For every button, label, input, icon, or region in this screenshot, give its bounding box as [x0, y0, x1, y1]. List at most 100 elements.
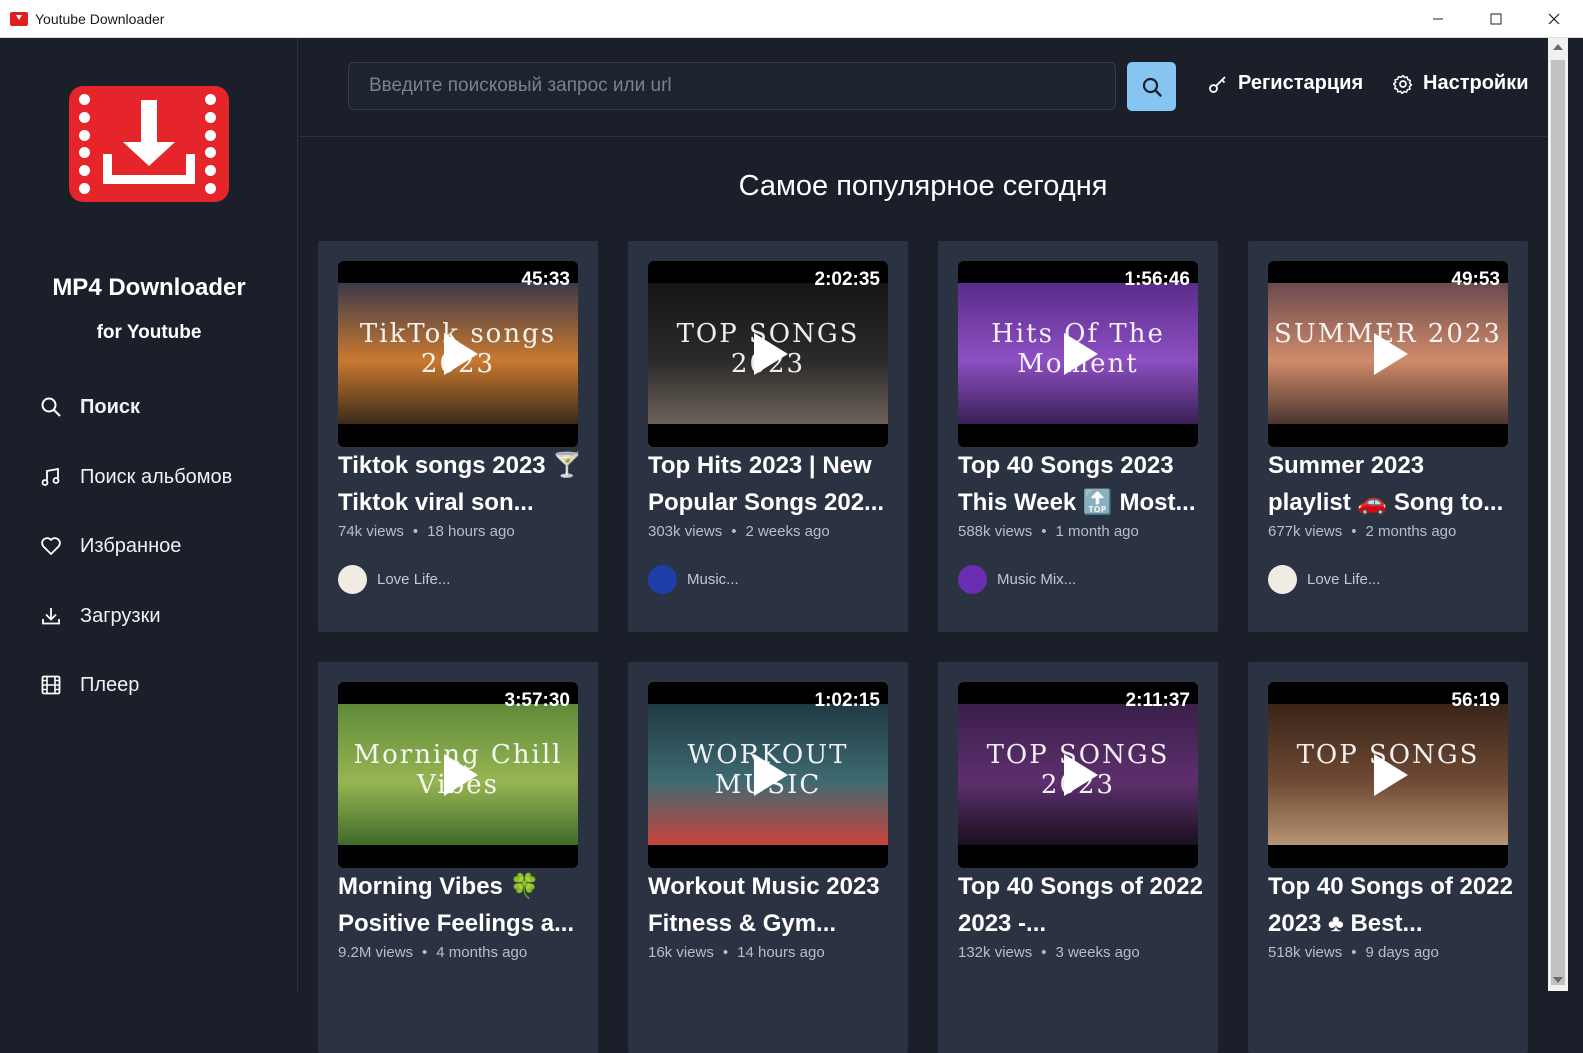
video-thumbnail[interactable]: WORKOUT MUSIC 1:02:15 — [648, 682, 888, 868]
video-duration: 2:11:37 — [1125, 690, 1190, 711]
video-thumbnail[interactable]: TOP SONGS 2023 2:11:37 — [958, 682, 1198, 868]
video-title[interactable]: Top 40 Songs of 2022 2023 ♣ Best... — [1268, 868, 1513, 942]
video-age: 2 weeks ago — [745, 523, 830, 540]
video-meta: 518k views • 9 days ago — [1268, 944, 1439, 961]
video-title[interactable]: Morning Vibes 🍀 Positive Feelings a... — [338, 868, 583, 942]
close-button[interactable] — [1525, 0, 1583, 38]
play-icon[interactable] — [754, 754, 788, 796]
video-age: 4 months ago — [436, 944, 528, 961]
video-meta: 677k views • 2 months ago — [1268, 523, 1456, 540]
play-icon[interactable] — [1064, 333, 1098, 375]
video-meta: 132k views • 3 weeks ago — [958, 944, 1140, 961]
video-thumbnail[interactable]: SUMMER 2023 49:53 — [1268, 261, 1508, 447]
video-duration: 56:19 — [1451, 690, 1500, 711]
avatar — [338, 565, 367, 594]
video-views: 303k views — [648, 523, 723, 540]
video-title[interactable]: Top 40 Songs 2023 This Week 🔝 Most... — [958, 447, 1203, 521]
meta-separator: • — [1351, 944, 1357, 961]
play-icon[interactable] — [444, 754, 478, 796]
video-card[interactable]: SUMMER 2023 49:53 Summer 2023 playlist 🚗… — [1248, 241, 1528, 632]
video-card[interactable]: Morning Chill Vibes 3:57:30 Morning Vibe… — [318, 662, 598, 1053]
channel[interactable]: Love Life... — [1268, 565, 1380, 594]
gear-icon — [1393, 74, 1413, 94]
video-card[interactable]: Hits Of The Moment 1:56:46 Top 40 Songs … — [938, 241, 1218, 632]
video-card[interactable]: TOP SONGS 56:19 Top 40 Songs of 2022 202… — [1248, 662, 1528, 1053]
search-button[interactable] — [1127, 62, 1176, 111]
scroll-down-arrow-icon[interactable] — [1553, 977, 1563, 983]
video-duration: 45:33 — [521, 269, 570, 290]
video-title[interactable]: Top 40 Songs of 2022 2023 -... — [958, 868, 1203, 942]
video-thumbnail[interactable]: Morning Chill Vibes 3:57:30 — [338, 682, 578, 868]
video-title[interactable]: Tiktok songs 2023 🍸 Tiktok viral son... — [338, 447, 583, 521]
window-controls — [1409, 0, 1583, 38]
video-thumbnail[interactable]: TikTok songs 2023 45:33 — [338, 261, 578, 447]
meta-separator: • — [1041, 523, 1047, 540]
sidebar-item-downloads[interactable]: Загрузки — [40, 605, 232, 675]
register-button[interactable]: Регистарция — [1208, 72, 1363, 95]
play-icon[interactable] — [444, 333, 478, 375]
video-title[interactable]: Top Hits 2023 | New Popular Songs 202... — [648, 447, 893, 521]
video-views: 16k views — [648, 944, 714, 961]
video-card[interactable]: WORKOUT MUSIC 1:02:15 Workout Music 2023… — [628, 662, 908, 1053]
video-meta: 74k views • 18 hours ago — [338, 523, 515, 540]
search-icon — [1142, 77, 1162, 97]
play-icon[interactable] — [1064, 754, 1098, 796]
video-card[interactable]: TOP SONGS 2023 2:11:37 Top 40 Songs of 2… — [938, 662, 1218, 1053]
music-note-icon — [40, 466, 62, 488]
key-icon — [1208, 74, 1228, 94]
video-views: 677k views — [1268, 523, 1343, 540]
search-icon — [40, 396, 62, 418]
maximize-icon — [1490, 13, 1502, 25]
video-age: 1 month ago — [1055, 523, 1139, 540]
heart-icon — [40, 535, 62, 557]
channel-name: Love Life... — [377, 571, 451, 588]
video-age: 3 weeks ago — [1055, 944, 1140, 961]
play-icon[interactable] — [1374, 333, 1408, 375]
play-icon[interactable] — [754, 333, 788, 375]
meta-separator: • — [731, 523, 737, 540]
meta-separator: • — [1351, 523, 1357, 540]
sidebar-item-player[interactable]: Плеер — [40, 674, 232, 744]
search-input[interactable] — [348, 62, 1116, 110]
top-bar: Регистарция Настройки — [298, 38, 1548, 137]
video-views: 9.2M views — [338, 944, 414, 961]
settings-button[interactable]: Настройки — [1393, 72, 1529, 95]
meta-separator: • — [1041, 944, 1047, 961]
play-icon[interactable] — [1374, 754, 1408, 796]
avatar — [958, 565, 987, 594]
brand-title: MP4 Downloader — [52, 274, 246, 301]
video-meta: 9.2M views • 4 months ago — [338, 944, 527, 961]
scrollbar-thumb[interactable] — [1551, 60, 1565, 985]
maximize-button[interactable] — [1467, 0, 1525, 38]
video-thumbnail[interactable]: Hits Of The Moment 1:56:46 — [958, 261, 1198, 447]
scrollbar[interactable] — [1548, 38, 1568, 991]
avatar — [1268, 565, 1297, 594]
video-duration: 2:02:35 — [814, 269, 881, 290]
video-title[interactable]: Workout Music 2023 Fitness & Gym... — [648, 868, 893, 942]
video-thumbnail[interactable]: TOP SONGS 56:19 — [1268, 682, 1508, 868]
minimize-button[interactable] — [1409, 0, 1467, 38]
channel[interactable]: Music Mix... — [958, 565, 1076, 594]
sidebar: MP4 Downloader for Youtube Поиск Поиск а… — [0, 38, 298, 991]
video-views: 588k views — [958, 523, 1033, 540]
video-title[interactable]: Summer 2023 playlist 🚗 Song to... — [1268, 447, 1513, 521]
video-age: 9 days ago — [1365, 944, 1439, 961]
app-icon — [10, 11, 28, 26]
sidebar-item-favorites[interactable]: Избранное — [40, 535, 232, 605]
meta-separator: • — [412, 523, 419, 540]
video-card[interactable]: TikTok songs 2023 45:33 Tiktok songs 202… — [318, 241, 598, 632]
section-title: Самое популярное сегодня — [738, 170, 1108, 202]
video-age: 18 hours ago — [427, 523, 515, 540]
channel[interactable]: Love Life... — [338, 565, 450, 594]
channel[interactable]: Music... — [648, 565, 739, 594]
download-icon — [40, 605, 62, 627]
sidebar-item-search[interactable]: Поиск — [40, 396, 232, 466]
channel-name: Love Life... — [1307, 571, 1381, 588]
video-thumbnail[interactable]: TOP SONGS 2023 2:02:35 — [648, 261, 888, 447]
meta-separator: • — [422, 944, 428, 961]
sidebar-item-label: Поиск — [80, 396, 141, 418]
video-card[interactable]: TOP SONGS 2023 2:02:35 Top Hits 2023 | N… — [628, 241, 908, 632]
close-icon — [1548, 13, 1560, 25]
scroll-up-arrow-icon[interactable] — [1553, 44, 1563, 50]
sidebar-item-album-search[interactable]: Поиск альбомов — [40, 466, 232, 536]
